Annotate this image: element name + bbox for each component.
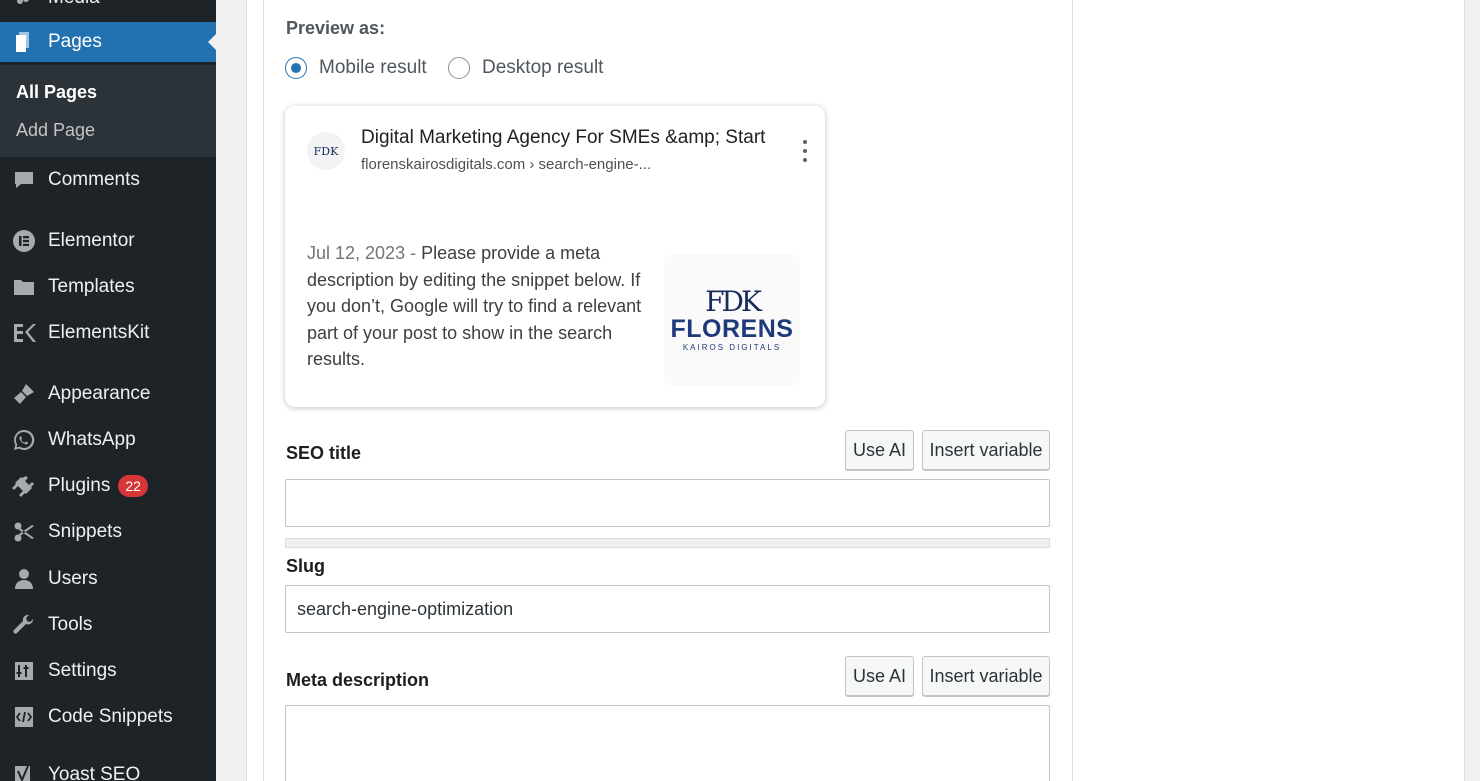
desktop-result-radio[interactable]: Desktop result bbox=[448, 57, 603, 79]
florens-logo-name: FLORENS bbox=[670, 314, 794, 343]
seo-title-length-progress bbox=[285, 538, 1050, 548]
plugin-icon bbox=[11, 473, 37, 499]
serp-url: florenskairosdigitals.com › search-engin… bbox=[361, 156, 652, 173]
media-icon bbox=[11, 0, 37, 11]
florens-logo-sub: KAIROS DIGITALS bbox=[682, 342, 782, 352]
meta-description-label: Meta description bbox=[286, 670, 430, 690]
sidebar-item-label: Yoast SEO bbox=[48, 764, 141, 781]
more-options-icon[interactable] bbox=[801, 140, 809, 162]
radio-label: Desktop result bbox=[482, 57, 604, 78]
sidebar-item-elementor[interactable]: Elementor bbox=[0, 221, 216, 261]
site-favicon: FDK bbox=[307, 132, 345, 170]
slug-input[interactable]: search-engine-optimization bbox=[285, 585, 1050, 633]
seo-title-use-ai-button[interactable]: Use AI bbox=[845, 430, 914, 470]
seo-title-input[interactable] bbox=[285, 479, 1050, 527]
serp-date: Jul 12, 2023 bbox=[307, 243, 406, 263]
yoast-icon bbox=[11, 762, 37, 781]
users-icon bbox=[11, 566, 37, 592]
meta-description-input[interactable] bbox=[285, 705, 1050, 781]
scissors-icon bbox=[11, 519, 37, 545]
sidebar-item-label: Users bbox=[48, 568, 98, 589]
google-preview-card: FDK Digital Marketing Agency For SMEs &a… bbox=[285, 106, 825, 407]
plugins-update-badge: 22 bbox=[118, 475, 148, 497]
serp-title: Digital Marketing Agency For SMEs &amp; … bbox=[361, 127, 766, 148]
wrench-icon bbox=[11, 612, 37, 638]
preview-as-label: Preview as: bbox=[286, 18, 386, 38]
radio-label: Mobile result bbox=[319, 57, 427, 78]
settings-icon bbox=[11, 658, 37, 684]
seo-title-insert-variable-button[interactable]: Insert variable bbox=[922, 430, 1050, 470]
sidebar-item-label: Settings bbox=[48, 660, 117, 681]
sidebar-item-label: Tools bbox=[48, 614, 93, 635]
sidebar-item-label: WhatsApp bbox=[48, 429, 136, 450]
sidebar-item-comments[interactable]: Comments bbox=[0, 160, 216, 200]
sidebar-item-label: Snippets bbox=[48, 521, 122, 542]
florens-logo-mark: FDK bbox=[705, 284, 762, 318]
serp-snippet: Jul 12, 2023 - Please provide a meta des… bbox=[307, 240, 647, 373]
pages-submenu: All Pages Add Page bbox=[0, 65, 216, 157]
radio-indicator bbox=[285, 57, 307, 79]
sidebar-item-pages[interactable]: Pages bbox=[0, 22, 216, 62]
sidebar-item-label: Pages bbox=[48, 31, 102, 52]
sidebar-item-snippets[interactable]: Snippets bbox=[0, 512, 216, 552]
sidebar-item-label: Code Snippets bbox=[48, 706, 173, 727]
sidebar-item-elementskit[interactable]: ElementsKit bbox=[0, 313, 216, 353]
sidebar-item-users[interactable]: Users bbox=[0, 559, 216, 599]
sidebar-item-label: Plugins bbox=[48, 475, 111, 496]
submenu-all-pages[interactable]: All Pages bbox=[16, 82, 97, 103]
serp-thumbnail: FDK FLORENS KAIROS DIGITALS bbox=[664, 254, 800, 386]
folder-icon bbox=[11, 274, 37, 300]
sidebar-item-label: Elementor bbox=[48, 230, 135, 251]
whatsapp-icon bbox=[11, 427, 37, 453]
meta-description-insert-variable-button[interactable]: Insert variable bbox=[922, 656, 1050, 696]
admin-sidebar: Media Pages All Pages Add Page Comments … bbox=[0, 0, 216, 781]
paintbrush-icon bbox=[11, 381, 37, 407]
sidebar-item-templates[interactable]: Templates bbox=[0, 267, 216, 307]
sidebar-item-tools[interactable]: Tools bbox=[0, 605, 216, 645]
sidebar-item-label: Media bbox=[48, 0, 100, 9]
sidebar-item-media[interactable]: Media bbox=[0, 0, 216, 18]
seo-title-label: SEO title bbox=[286, 443, 362, 463]
sidebar-item-settings[interactable]: Settings bbox=[0, 651, 216, 691]
comments-icon bbox=[11, 167, 37, 193]
sidebar-item-label: Appearance bbox=[48, 383, 151, 404]
sidebar-item-label: ElementsKit bbox=[48, 322, 150, 343]
meta-description-use-ai-button[interactable]: Use AI bbox=[845, 656, 914, 696]
serp-separator: - bbox=[405, 243, 422, 263]
elementskit-icon bbox=[11, 320, 37, 346]
submenu-add-page[interactable]: Add Page bbox=[16, 120, 95, 141]
sidebar-item-appearance[interactable]: Appearance bbox=[0, 374, 216, 414]
sidebar-item-label: Comments bbox=[48, 169, 140, 190]
mobile-result-radio[interactable]: Mobile result bbox=[285, 57, 427, 79]
sidebar-item-plugins[interactable]: Plugins 22 bbox=[0, 466, 216, 506]
elementor-icon bbox=[11, 228, 37, 254]
slug-label: Slug bbox=[286, 556, 325, 576]
pages-icon bbox=[11, 29, 37, 55]
sidebar-item-label: Templates bbox=[48, 276, 135, 297]
sidebar-item-yoast[interactable]: Yoast SEO bbox=[0, 755, 216, 781]
radio-indicator bbox=[448, 57, 470, 79]
sidebar-item-whatsapp[interactable]: WhatsApp bbox=[0, 420, 216, 460]
code-icon bbox=[11, 704, 37, 730]
sidebar-item-code-snippets[interactable]: Code Snippets bbox=[0, 697, 216, 737]
